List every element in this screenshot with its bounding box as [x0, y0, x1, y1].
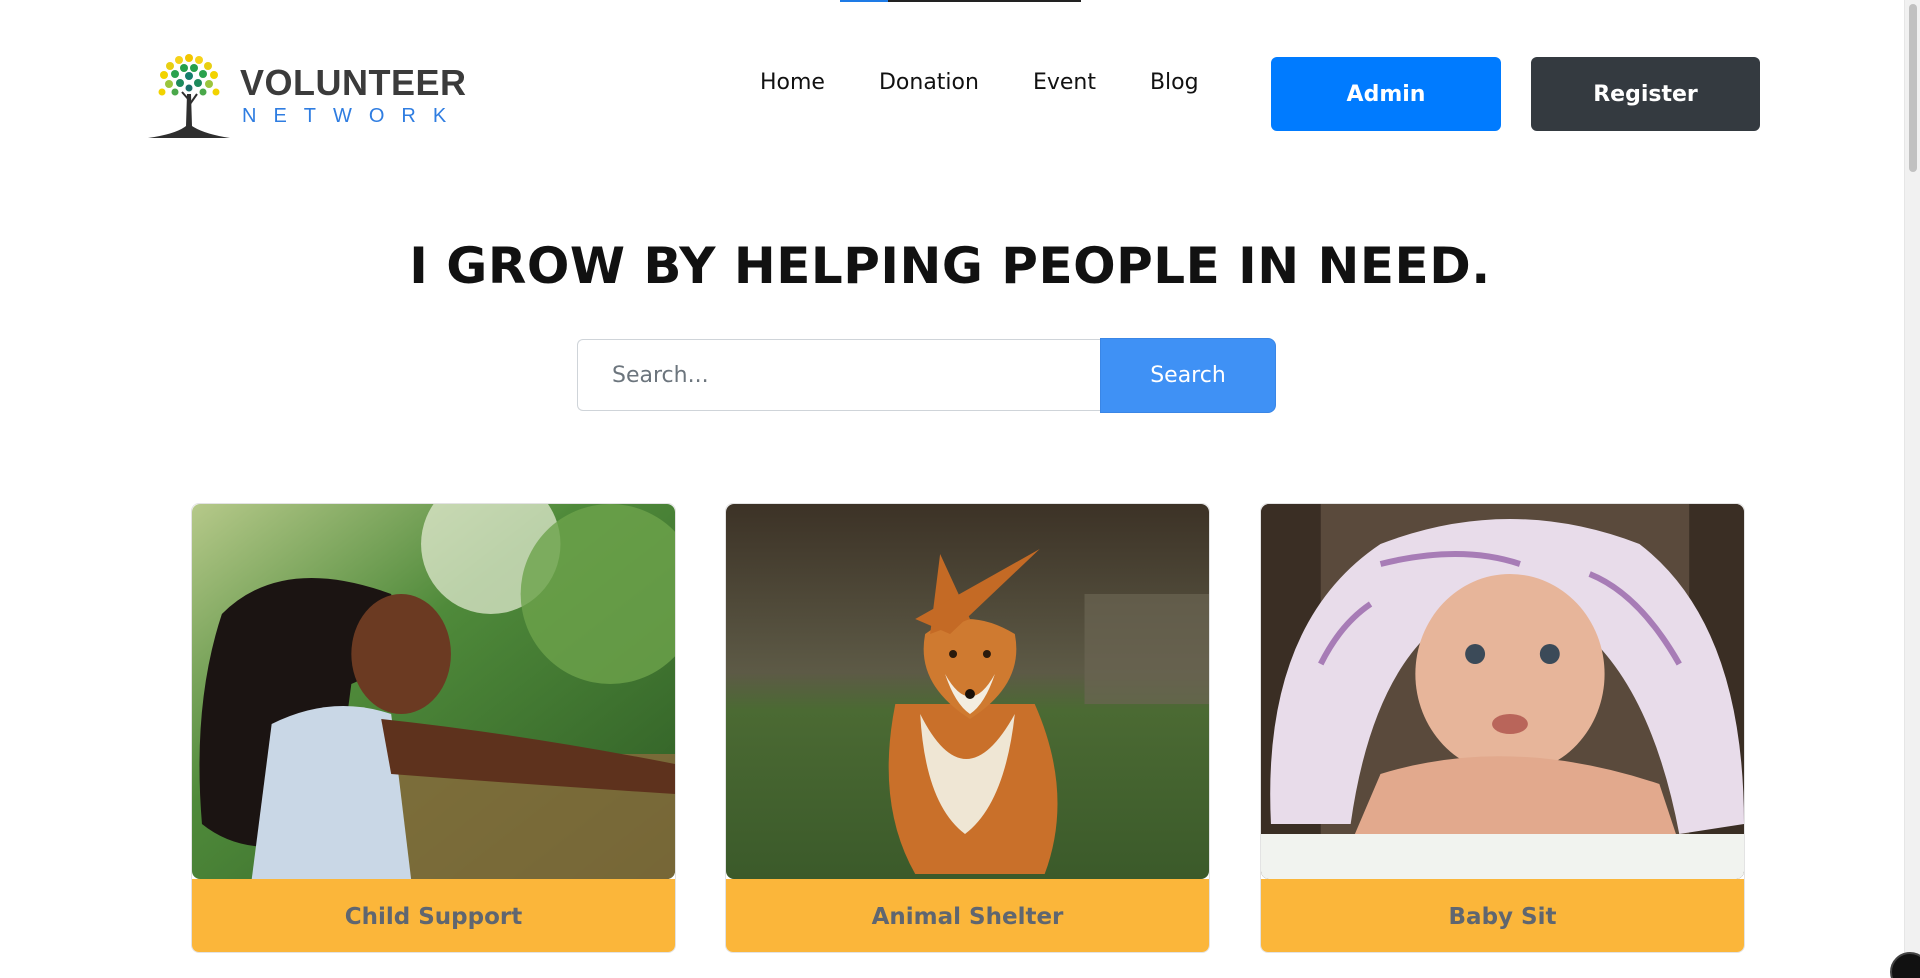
page-loading-bar	[840, 0, 1081, 2]
child-photo-icon	[192, 504, 675, 879]
main-nav: Home Donation Event Blog	[760, 70, 1199, 95]
logo-wordmark-bottom: NETWORK	[242, 105, 464, 127]
card-label[interactable]: Baby Sit	[1261, 879, 1744, 952]
nav-blog[interactable]: Blog	[1150, 70, 1199, 95]
baby-photo-icon	[1261, 504, 1744, 879]
card-label[interactable]: Child Support	[192, 879, 675, 952]
search-input[interactable]	[577, 339, 1100, 411]
nav-donation[interactable]: Donation	[879, 70, 979, 95]
tree-logo-icon	[148, 54, 230, 138]
card-child-support[interactable]: Child Support	[191, 503, 676, 953]
card-baby-sit[interactable]: Baby Sit	[1260, 503, 1745, 953]
logo[interactable]: VOLUNTEER NETWORK	[142, 48, 466, 143]
search-bar: Search	[577, 338, 1276, 413]
fox-photo-icon	[726, 504, 1209, 879]
register-button[interactable]: Register	[1531, 57, 1760, 131]
logo-wordmark-top: VOLUNTEER	[240, 62, 467, 103]
page-scrollbar[interactable]	[1904, 0, 1920, 978]
nav-event[interactable]: Event	[1033, 70, 1096, 95]
page-loading-bar-fill	[840, 0, 888, 2]
card-label[interactable]: Animal Shelter	[726, 879, 1209, 952]
floating-circle-icon[interactable]	[1890, 952, 1920, 978]
admin-button[interactable]: Admin	[1271, 57, 1501, 131]
card-animal-shelter[interactable]: Animal Shelter	[725, 503, 1210, 953]
hero-title: I GROW BY HELPING PEOPLE IN NEED.	[409, 237, 1491, 295]
search-button[interactable]: Search	[1100, 338, 1276, 413]
scrollbar-thumb[interactable]	[1909, 4, 1917, 172]
nav-home[interactable]: Home	[760, 70, 825, 95]
